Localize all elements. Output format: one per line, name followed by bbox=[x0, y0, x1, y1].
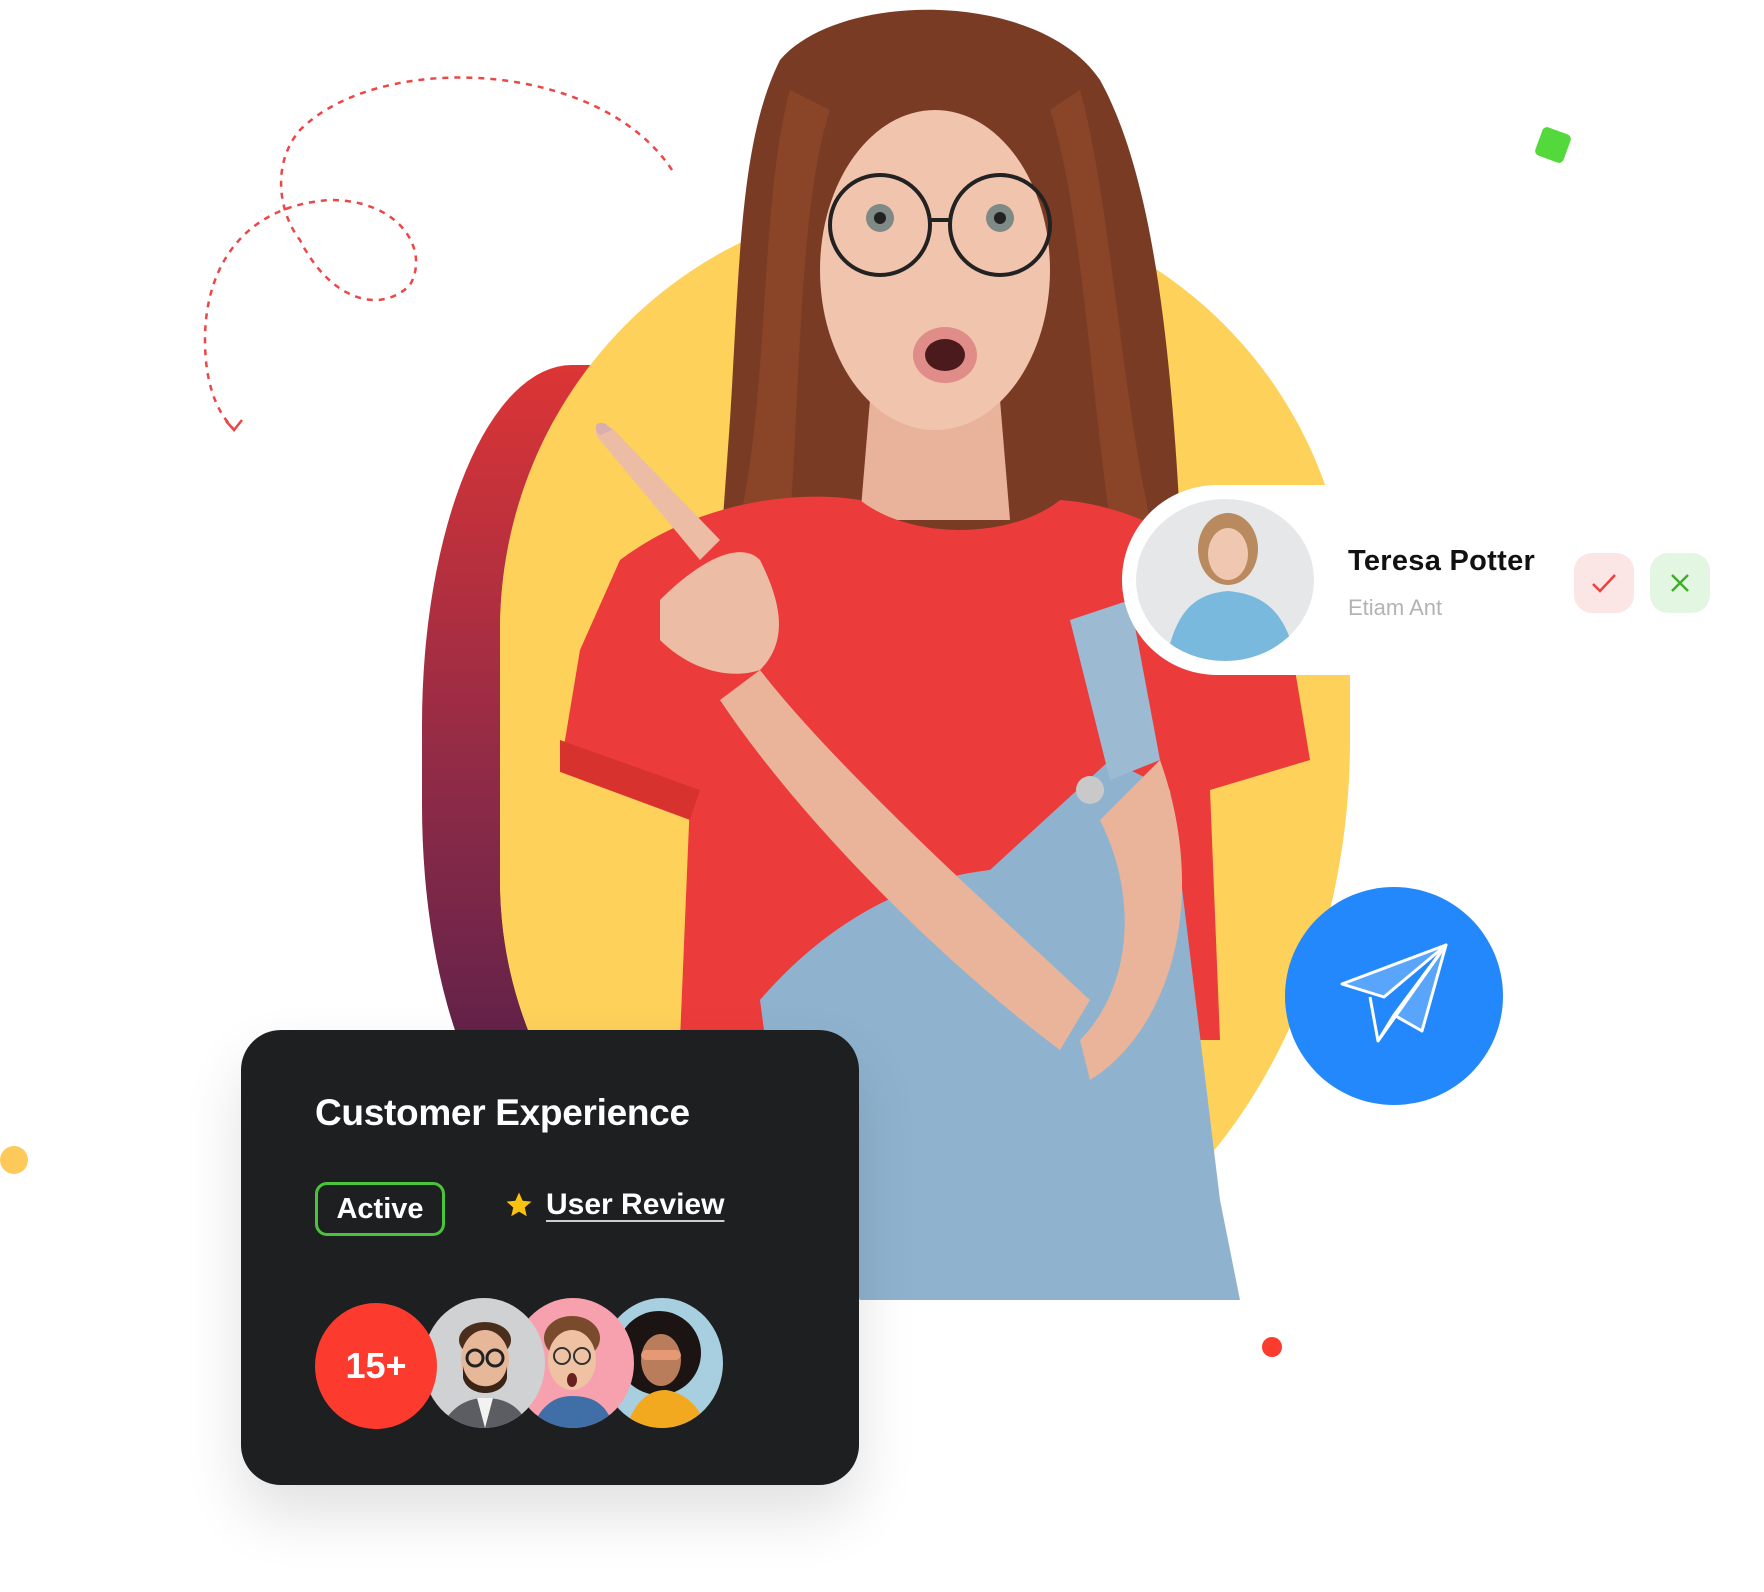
avatar[interactable] bbox=[423, 1298, 545, 1428]
avatar-count-badge[interactable]: 15+ bbox=[315, 1303, 437, 1429]
decorative-red-dot bbox=[1262, 1337, 1282, 1357]
profile-name: Teresa Potter bbox=[1348, 545, 1536, 577]
accept-button[interactable] bbox=[1574, 553, 1634, 613]
reject-button[interactable] bbox=[1650, 553, 1710, 613]
send-button[interactable] bbox=[1285, 887, 1503, 1105]
profile-role: Etiam Ant bbox=[1348, 595, 1443, 620]
avatar-person-image bbox=[1166, 513, 1296, 661]
paper-plane-icon bbox=[1340, 943, 1448, 1043]
customer-experience-card: Customer Experience Active User Review 1… bbox=[241, 1030, 859, 1485]
check-icon bbox=[1592, 574, 1616, 593]
card-title: Customer Experience bbox=[315, 1092, 690, 1133]
avatar-group: 15+ bbox=[315, 1298, 815, 1429]
user-review-label: User Review bbox=[546, 1188, 725, 1221]
user-review-link[interactable]: User Review bbox=[504, 1188, 724, 1222]
star-icon bbox=[506, 1192, 532, 1217]
close-icon bbox=[1671, 574, 1689, 592]
decorative-yellow-dot bbox=[0, 1146, 28, 1174]
status-badge[interactable]: Active bbox=[315, 1182, 445, 1236]
avatar-person-image bbox=[441, 1322, 529, 1428]
avatar[interactable] bbox=[1136, 499, 1314, 661]
profile-card: Teresa Potter Etiam Ant bbox=[1122, 485, 1762, 675]
